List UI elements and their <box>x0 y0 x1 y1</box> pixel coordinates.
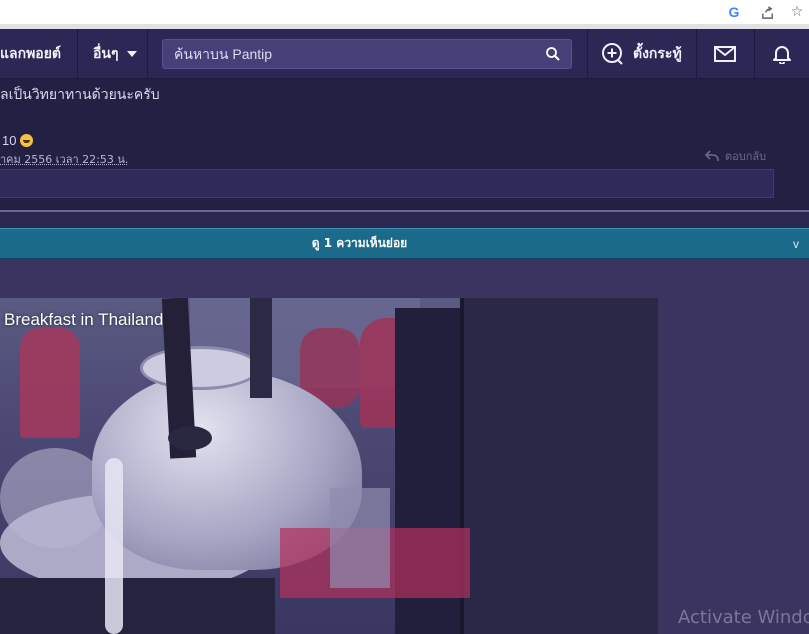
share-icon[interactable] <box>757 2 777 22</box>
comment-body: ลเป็นวิทยาทานด้วยนะครับ <box>0 87 160 103</box>
browser-toolbar: G ☆ <box>0 0 809 24</box>
nav-divider <box>696 29 697 79</box>
chevron-down-icon <box>126 51 137 57</box>
bell-icon <box>773 46 791 64</box>
nav-divider <box>77 29 78 79</box>
member-id: 10 <box>2 133 17 148</box>
nav-divider <box>754 29 755 79</box>
spacer <box>0 212 809 228</box>
mail-icon <box>714 46 736 62</box>
reply-label: ตอบกลับ <box>725 150 767 163</box>
chevron-down-icon: v <box>793 237 799 251</box>
mail-button[interactable] <box>713 29 737 79</box>
star-icon[interactable]: ☆ <box>787 2 807 22</box>
notifications-button[interactable] <box>772 29 792 79</box>
view-subcomments-label: ดู 1 ความเห็นย่อย <box>311 236 408 250</box>
windows-activation-watermark: Activate Windo <box>678 607 809 628</box>
comment-timestamp[interactable]: าคม 2556 เวลา 22:53 น. <box>0 150 128 168</box>
comment-author[interactable]: 10 <box>2 133 34 148</box>
view-subcomments-bar[interactable]: ดู 1 ความเห็นย่อย v <box>0 228 809 259</box>
nav-other-label: อื่นๆ <box>93 45 119 61</box>
search-box <box>162 39 572 69</box>
video-player[interactable]: Breakfast in Thailand <box>0 298 658 634</box>
reply-input[interactable] <box>0 169 774 198</box>
google-icon[interactable]: G <box>724 2 744 22</box>
nav-redeem-points-label: แลกพอยต์ <box>0 45 62 61</box>
search-input[interactable] <box>163 40 543 68</box>
nav-divider <box>147 29 148 79</box>
reply-button[interactable]: ตอบกลับ <box>705 147 766 165</box>
top-navbar: แลกพอยต์ อื่นๆ ตั้งกระทู้ <box>0 29 809 79</box>
nav-divider <box>587 29 588 79</box>
search-icon[interactable] <box>545 46 561 62</box>
reply-icon <box>705 150 719 161</box>
nav-redeem-points[interactable]: แลกพอยต์ <box>0 29 61 79</box>
smile-emoji-icon <box>20 134 34 147</box>
video-frame-image <box>0 298 658 634</box>
comment-panel: ลเป็นวิทยาทานด้วยนะครับ 10 าคม 2556 เวลา… <box>0 79 809 210</box>
create-topic-icon <box>602 43 623 65</box>
create-topic-label: ตั้งกระทู้ <box>633 45 682 61</box>
create-topic-button[interactable]: ตั้งกระทู้ <box>601 29 682 79</box>
nav-other-menu[interactable]: อื่นๆ <box>93 29 137 79</box>
video-title: Breakfast in Thailand <box>4 310 164 329</box>
